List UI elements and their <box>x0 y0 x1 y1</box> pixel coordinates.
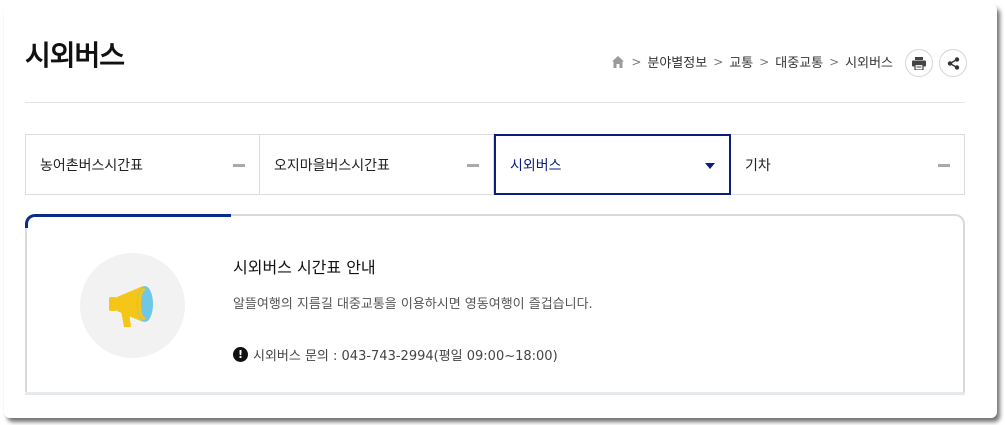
breadcrumb-item-traffic[interactable]: 교통 <box>729 52 753 71</box>
tab-rural-bus-timetable[interactable]: 농어촌버스시간표 <box>26 135 260 194</box>
minus-icon <box>467 163 479 167</box>
tab-label: 오지마을버스시간표 <box>274 157 390 174</box>
home-icon[interactable] <box>611 55 625 69</box>
breadcrumb-separator: > <box>631 54 642 69</box>
minus-icon <box>233 163 245 167</box>
print-icon <box>912 56 926 70</box>
tab-label: 기차 <box>745 157 771 174</box>
info-panel: 시외버스 시간표 안내 알뜰여행의 지름길 대중교통을 이용하시면 영동여행이 … <box>25 214 965 394</box>
tab-intercity-bus[interactable]: 시외버스 <box>494 134 731 195</box>
icon-circle <box>80 253 185 358</box>
page-title: 시외버스 <box>25 39 125 72</box>
breadcrumb-item-current: 시외버스 <box>845 56 893 71</box>
breadcrumb-item-public-transit[interactable]: 대중교통 <box>775 52 823 71</box>
info-description: 알뜰여행의 지름길 대중교통을 이용하시면 영동여행이 즐겁습니다. <box>233 297 593 312</box>
breadcrumb: > 분야별정보 > 교통 > 대중교통 > 시외버스 <box>611 52 893 71</box>
share-icon <box>947 56 959 70</box>
print-button[interactable] <box>905 49 933 77</box>
tab-remote-village-bus-timetable[interactable]: 오지마을버스시간표 <box>260 135 494 194</box>
panel-accent-line <box>25 214 231 228</box>
tab-label: 시외버스 <box>510 157 562 174</box>
contact-text: 시외버스 문의 : 043-743-2994(평일 09:00~18:00) <box>253 349 558 364</box>
breadcrumb-separator: > <box>713 54 724 69</box>
caret-down-icon <box>705 162 715 169</box>
breadcrumb-item-field-info[interactable]: 분야별정보 <box>647 52 707 71</box>
minus-icon <box>938 163 950 167</box>
tab-label: 농어촌버스시간표 <box>40 157 144 174</box>
info-title: 시외버스 시간표 안내 <box>233 258 376 277</box>
panel-bottom-border <box>25 392 965 395</box>
megaphone-icon <box>108 285 153 327</box>
tab-train[interactable]: 기차 <box>731 135 964 194</box>
breadcrumb-separator: > <box>829 54 840 69</box>
share-button[interactable] <box>939 49 967 77</box>
page-frame: 시외버스 > 분야별정보 > 교통 > 대중교통 > 시외버스 농어촌버스시간표… <box>4 4 997 418</box>
alert-icon: ! <box>233 347 248 362</box>
breadcrumb-separator: > <box>759 54 770 69</box>
info-contact: ! 시외버스 문의 : 043-743-2994(평일 09:00~18:00) <box>233 345 558 364</box>
tab-bar: 농어촌버스시간표 오지마을버스시간표 시외버스 기차 <box>25 134 965 195</box>
title-divider <box>25 102 965 103</box>
